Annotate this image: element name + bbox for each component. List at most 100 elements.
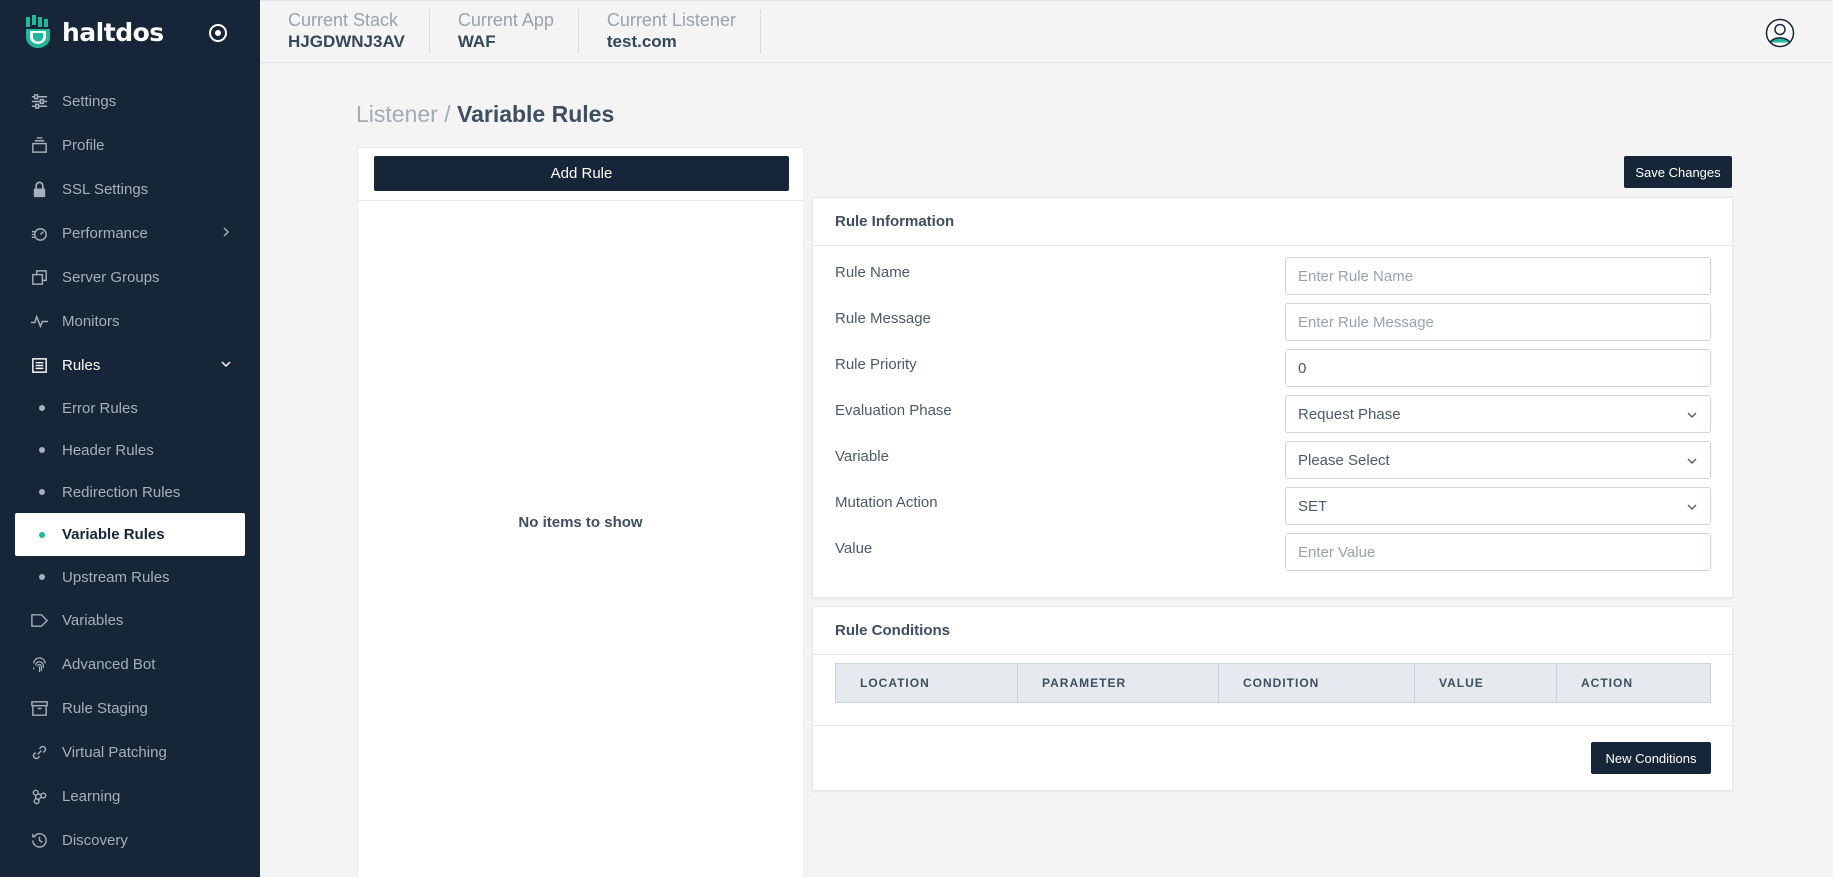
chevron-down-icon[interactable] <box>220 358 232 370</box>
value-input[interactable] <box>1285 533 1711 571</box>
evaluation-phase-select[interactable]: Request Phase <box>1285 395 1711 433</box>
sidebar-item-label: Advanced Bot <box>62 655 156 673</box>
rule-priority-input[interactable] <box>1285 349 1711 387</box>
mutation-action-row: Mutation Action SET <box>813 487 1732 534</box>
bullet-icon <box>39 447 45 453</box>
sidebar-item-profile[interactable]: Profile <box>0 123 260 167</box>
evaluation-phase-row: Evaluation Phase Request Phase <box>813 395 1732 442</box>
archive-icon <box>31 700 48 716</box>
sidebar-subitem-upstream-rules[interactable]: Upstream Rules <box>0 556 260 598</box>
brand-name: haltdos <box>62 17 164 47</box>
sidebar-item-label: Monitors <box>62 312 120 330</box>
sidebar-subitem-label: Header Rules <box>62 441 154 459</box>
sidebar-subitem-error-rules[interactable]: Error Rules <box>0 387 260 429</box>
column-header-action[interactable]: ACTION <box>1557 664 1710 702</box>
variable-label: Variable <box>835 448 889 465</box>
list-icon <box>32 357 47 373</box>
mutation-action-value: SET <box>1298 497 1328 515</box>
new-conditions-button[interactable]: New Conditions <box>1591 742 1711 774</box>
mutation-action-label: Mutation Action <box>835 494 938 511</box>
sidebar-item-label: SSL Settings <box>62 180 149 198</box>
sidebar-subitem-label: Error Rules <box>62 399 138 417</box>
sidebar-item-server-groups[interactable]: Server Groups <box>0 255 260 299</box>
sidebar-item-variables[interactable]: Variables <box>0 598 260 642</box>
sidebar-item-label: Profile <box>62 136 105 154</box>
chevron-down-icon <box>1687 412 1697 418</box>
sidebar-toggle-icon[interactable] <box>207 22 229 44</box>
breadcrumb-parent[interactable]: Listener / <box>356 101 451 127</box>
sidebar-subitem-label: Redirection Rules <box>62 483 181 501</box>
sidebar-item-label: Rule Staging <box>62 699 148 717</box>
divider <box>813 725 1732 726</box>
rule-list-panel: Add Rule No items to show <box>357 147 804 877</box>
breadcrumb: Listener / Variable Rules <box>356 101 614 128</box>
current-stack[interactable]: Current Stack HJGDWNJ3AV <box>260 9 430 53</box>
add-rule-button[interactable]: Add Rule <box>374 156 789 191</box>
rule-conditions-card: Rule Conditions LOCATION PARAMETER CONDI… <box>812 606 1733 791</box>
sidebar-item-monitors[interactable]: Monitors <box>0 299 260 343</box>
column-header-value[interactable]: VALUE <box>1415 664 1557 702</box>
page-title: Variable Rules <box>457 101 615 127</box>
column-header-location[interactable]: LOCATION <box>836 664 1018 702</box>
sidebar-item-label: Settings <box>62 92 117 110</box>
sidebar-item-settings[interactable]: Settings <box>0 79 260 123</box>
sidebar-subitem-variable-rules[interactable]: Variable Rules <box>15 513 245 556</box>
rule-priority-row: Rule Priority <box>813 349 1732 396</box>
rule-information-card: Rule Information Rule Name Rule Message … <box>812 197 1733 598</box>
sidebar-item-virtual-patching[interactable]: Virtual Patching <box>0 730 260 774</box>
brand[interactable]: haltdos <box>0 0 260 64</box>
current-stack-label: Current Stack <box>288 10 399 30</box>
current-app-label: Current App <box>457 10 554 30</box>
sidebar-item-performance[interactable]: Performance <box>0 211 260 255</box>
lock-icon <box>33 181 46 197</box>
divider <box>358 200 803 201</box>
current-app-value: WAF <box>457 32 496 51</box>
variable-value: Please Select <box>1298 451 1390 469</box>
chevron-right-icon[interactable] <box>220 226 232 238</box>
rule-message-label: Rule Message <box>835 310 931 327</box>
link-icon <box>32 745 47 759</box>
rule-message-input[interactable] <box>1285 303 1711 341</box>
sidebar-item-label: Variables <box>62 611 124 629</box>
current-listener[interactable]: Current Listener test.com <box>579 9 761 53</box>
rule-priority-label: Rule Priority <box>835 356 917 373</box>
haltdos-logo-icon <box>26 15 50 48</box>
column-header-condition[interactable]: CONDITION <box>1219 664 1415 702</box>
sidebar-item-label: Discovery <box>62 831 128 849</box>
current-listener-label: Current Listener <box>606 10 736 30</box>
mutation-action-select[interactable]: SET <box>1285 487 1711 525</box>
copy-icon <box>32 269 47 285</box>
rule-name-row: Rule Name <box>813 257 1732 304</box>
conditions-table-header: LOCATION PARAMETER CONDITION VALUE ACTIO… <box>835 663 1711 703</box>
sidebar-item-rules[interactable]: Rules <box>0 343 260 387</box>
sidebar-item-ssl-settings[interactable]: SSL Settings <box>0 167 260 211</box>
sliders-icon <box>31 93 48 109</box>
sidebar-item-label: Virtual Patching <box>62 743 167 761</box>
network-icon <box>32 789 47 804</box>
current-app[interactable]: Current App WAF <box>430 9 579 53</box>
speedometer-icon <box>31 227 47 241</box>
bullet-icon <box>39 489 45 495</box>
sidebar-subitem-redirection-rules[interactable]: Redirection Rules <box>0 471 260 513</box>
bullet-icon <box>39 405 45 411</box>
rule-name-label: Rule Name <box>835 264 911 281</box>
evaluation-phase-label: Evaluation Phase <box>835 402 952 419</box>
fingerprint-icon <box>33 656 46 672</box>
current-listener-value: test.com <box>606 32 677 51</box>
sidebar-subitem-label: Variable Rules <box>62 526 165 543</box>
sidebar-item-advanced-bot[interactable]: Advanced Bot <box>0 642 260 686</box>
sidebar-subitem-header-rules[interactable]: Header Rules <box>0 429 260 471</box>
value-label: Value <box>835 540 873 557</box>
sidebar-item-rule-staging[interactable]: Rule Staging <box>0 686 260 730</box>
sidebar-item-label: Learning <box>62 787 121 805</box>
save-changes-button[interactable]: Save Changes <box>1624 156 1732 188</box>
sidebar: haltdos Settings Profile SSL Settings Pe… <box>0 0 260 877</box>
sidebar-item-discovery[interactable]: Discovery <box>0 818 260 862</box>
rule-message-row: Rule Message <box>813 303 1732 350</box>
rule-name-input[interactable] <box>1285 257 1711 295</box>
topbar: Current Stack HJGDWNJ3AV Current App WAF… <box>260 0 1833 63</box>
user-avatar-icon[interactable] <box>1765 18 1795 48</box>
column-header-parameter[interactable]: PARAMETER <box>1018 664 1219 702</box>
sidebar-item-learning[interactable]: Learning <box>0 774 260 818</box>
variable-select[interactable]: Please Select <box>1285 441 1711 479</box>
